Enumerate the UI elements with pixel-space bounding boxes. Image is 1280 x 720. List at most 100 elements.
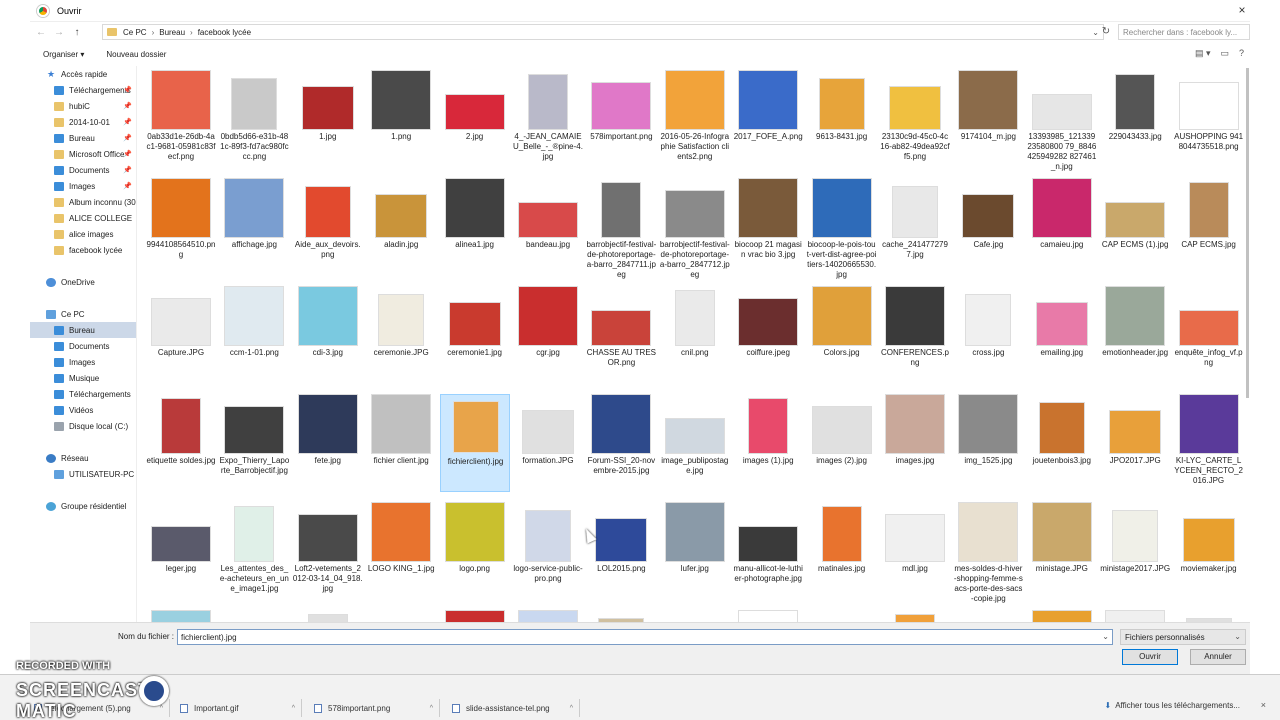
file-item[interactable]: manu-allicot-le-luthier-photographe.jpg <box>733 502 803 600</box>
file-item[interactable]: 0ab33d1e-26db-4ac1-9681-05981c83fecf.png <box>146 70 216 168</box>
sidebar-item[interactable]: Documents 📌 <box>30 162 136 178</box>
cancel-button[interactable]: Annuler <box>1190 649 1246 665</box>
file-item[interactable]: 9174104_m.jpg <box>953 70 1023 168</box>
search-input[interactable]: Rechercher dans : facebook ly... <box>1118 24 1250 40</box>
file-item[interactable]: Expo_Thierry_Laporte_Barrobjectif.jpg <box>219 394 289 492</box>
file-item[interactable]: Colors.jpg <box>807 286 877 384</box>
file-item[interactable]: KI-LYC_CARTE_LYCEEN_RECTO_2016.JPG <box>1174 394 1244 492</box>
sidebar-item[interactable]: Disque local (C:) <box>30 418 136 434</box>
file-item[interactable]: 229043433.jpg <box>1100 70 1170 168</box>
file-item[interactable]: 0bdb5d66-e31b-481c-89f3-fd7ac980fccc.png <box>219 70 289 168</box>
file-item[interactable]: 1.png <box>366 70 436 168</box>
close-icon[interactable]: × <box>1234 3 1250 17</box>
sidebar-item[interactable]: Bureau <box>30 322 136 338</box>
help-icon[interactable]: ? <box>1239 48 1244 59</box>
file-item[interactable]: ministage.JPG <box>1027 502 1097 600</box>
scrollbar-thumb[interactable] <box>1246 68 1249 398</box>
file-item[interactable]: 578important.png <box>586 70 656 168</box>
address-bar[interactable]: Ce PC › Bureau › facebook lycée ⌄ <box>102 24 1104 40</box>
close-downloads-icon[interactable]: × <box>1261 700 1266 710</box>
file-item[interactable]: lufer.jpg <box>660 502 730 600</box>
file-item[interactable]: ceremonie.JPG <box>366 286 436 384</box>
download-menu-icon[interactable]: ^ <box>292 705 295 712</box>
sidebar-item[interactable]: hubiC 📌 <box>30 98 136 114</box>
preview-pane-icon[interactable]: ▭ <box>1220 48 1229 59</box>
filetype-select[interactable]: Fichiers personnalisés ⌄ <box>1120 629 1246 645</box>
file-item[interactable]: img_1525.jpg <box>953 394 1023 492</box>
up-arrow-icon[interactable]: ↑ <box>70 27 84 38</box>
sidebar-item[interactable]: ★ Accès rapide <box>30 66 136 82</box>
sidebar-item[interactable]: Téléchargements 📌 <box>30 82 136 98</box>
file-item[interactable]: enquête_infog_vf.png <box>1174 286 1244 384</box>
file-item[interactable]: fichierclient).jpg <box>439 394 510 492</box>
sidebar-item[interactable]: Images 📌 <box>30 178 136 194</box>
sidebar-item[interactable]: Vidéos <box>30 402 136 418</box>
file-item[interactable]: etiquette soldes.jpg <box>146 394 216 492</box>
sidebar-item[interactable]: Réseau <box>30 450 136 466</box>
file-item[interactable]: camaieu.jpg <box>1027 178 1097 276</box>
file-item[interactable]: Forum-SSI_20-novembre-2015.jpg <box>586 394 656 492</box>
file-item[interactable]: ccm-1-01.png <box>219 286 289 384</box>
file-item[interactable]: image_publipostage.jpg <box>660 394 730 492</box>
file-item[interactable]: emotionheader.jpg <box>1100 286 1170 384</box>
file-item[interactable]: bandeau.jpg <box>513 178 583 276</box>
organize-button[interactable]: Organiser ▾ <box>43 50 84 59</box>
sidebar-item[interactable]: ALICE COLLEGE <box>30 210 136 226</box>
file-item[interactable]: alinea1.jpg <box>440 178 510 276</box>
file-item[interactable]: images (2).jpg <box>807 394 877 492</box>
file-item[interactable]: 9944108564510.png <box>146 178 216 276</box>
file-item[interactable]: ceremonie1.jpg <box>440 286 510 384</box>
file-item[interactable]: Aide_aux_devoirs.png <box>293 178 363 276</box>
sidebar-item[interactable]: alice images <box>30 226 136 242</box>
file-item[interactable]: ministage2017.JPG <box>1100 502 1170 600</box>
sidebar-item[interactable]: Groupe résidentiel <box>30 498 136 514</box>
file-item[interactable]: CHASSE AU TRESOR.png <box>586 286 656 384</box>
file-item[interactable]: fichier client.jpg <box>366 394 436 492</box>
file-item[interactable]: CONFERENCES.png <box>880 286 950 384</box>
file-item[interactable]: 23130c9d-45c0-4c16-ab82-49dea92cff5.png <box>880 70 950 168</box>
file-item[interactable]: logo-service-public-pro.png <box>513 502 583 600</box>
file-item[interactable]: matinales.jpg <box>807 502 877 600</box>
file-item[interactable]: JPO2017.JPG <box>1100 394 1170 492</box>
sidebar-item[interactable]: Documents <box>30 338 136 354</box>
file-item[interactable]: moviemaker.jpg <box>1174 502 1244 600</box>
file-item[interactable]: 2016-05-26-Infographie Satisfaction clie… <box>660 70 730 168</box>
download-item[interactable]: 578important.png ^ <box>310 699 440 717</box>
file-item[interactable]: images (1).jpg <box>733 394 803 492</box>
sidebar-item[interactable]: Ce PC <box>30 306 136 322</box>
file-item[interactable]: leger.jpg <box>146 502 216 600</box>
download-item[interactable]: slide-assistance-tel.png ^ <box>448 699 580 717</box>
file-item[interactable]: 2.jpg <box>440 70 510 168</box>
file-item[interactable]: 4_-JEAN_CAMAIEU_Belle_-_®pine-4.jpg <box>513 70 583 168</box>
file-grid-scrollbar[interactable] <box>1246 66 1250 622</box>
sidebar-item[interactable]: Musique <box>30 370 136 386</box>
file-item[interactable]: 13393985_12133923580800 79_8846425949282… <box>1027 70 1097 171</box>
forward-arrow-icon[interactable]: → <box>52 27 66 38</box>
sidebar-item[interactable]: Bureau 📌 <box>30 130 136 146</box>
file-item[interactable]: barrobjectif-festival-de-photoreportage-… <box>660 178 730 279</box>
file-item[interactable]: 1.jpg <box>293 70 363 168</box>
file-item[interactable]: Les_attentes_des_e-acheteurs_en_une_imag… <box>219 502 289 600</box>
show-all-downloads-link[interactable]: ⬇ Afficher tous les téléchargements... <box>1104 701 1240 710</box>
sidebar-item[interactable]: OneDrive <box>30 274 136 290</box>
file-item[interactable]: LOL2015.png <box>586 502 656 600</box>
file-item[interactable]: CAP ECMS.jpg <box>1174 178 1244 276</box>
file-item[interactable]: jouetenbois3.jpg <box>1027 394 1097 492</box>
file-item[interactable]: barrobjectif-festival-de-photoreportage-… <box>586 178 656 279</box>
file-item[interactable]: 9613-8431.jpg <box>807 70 877 168</box>
view-mode-icon[interactable]: ▤ ▾ <box>1195 48 1211 59</box>
breadcrumb-bureau[interactable]: Bureau <box>159 28 185 37</box>
breadcrumb-ce-pc[interactable]: Ce PC <box>123 28 147 37</box>
refresh-icon[interactable]: ↻ <box>1098 24 1114 40</box>
file-item[interactable]: fete.jpg <box>293 394 363 492</box>
file-item[interactable]: Capture.JPG <box>146 286 216 384</box>
new-folder-button[interactable]: Nouveau dossier <box>106 50 166 59</box>
file-item[interactable]: biocoop 21 magasin vrac bio 3.jpg <box>733 178 803 276</box>
download-menu-icon[interactable]: ^ <box>430 705 433 712</box>
file-item[interactable]: Loft2-vetements_2012-03-14_04_918.jpg <box>293 502 363 600</box>
file-item[interactable]: coiffure.jpeg <box>733 286 803 384</box>
sidebar-item[interactable]: UTILISATEUR-PC <box>30 466 136 482</box>
file-item[interactable]: Cafe.jpg <box>953 178 1023 276</box>
file-item[interactable]: LOGO KING_1.jpg <box>366 502 436 600</box>
file-item[interactable]: emailing.jpg <box>1027 286 1097 384</box>
